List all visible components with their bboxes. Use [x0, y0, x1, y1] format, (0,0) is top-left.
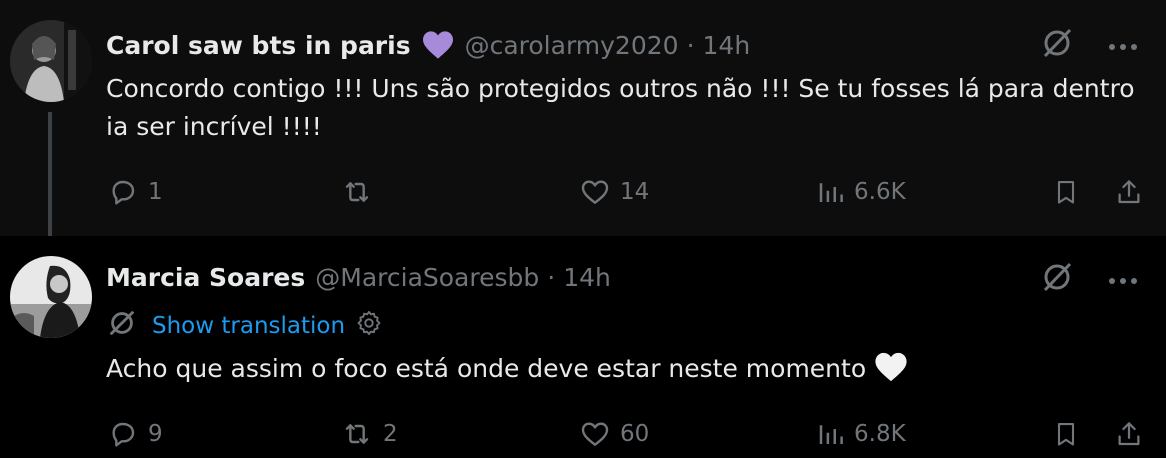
avatar[interactable] [10, 20, 92, 102]
bookmark-button[interactable] [1052, 417, 1080, 451]
retweet-icon [345, 424, 369, 444]
share-icon [1118, 422, 1140, 446]
grok-icon[interactable] [1040, 260, 1074, 298]
views-count: 6.6K [854, 179, 906, 205]
tweet-text-content: Acho que assim o foco está onde deve est… [106, 354, 867, 383]
author-handle[interactable]: @carolarmy2020 [465, 31, 679, 60]
views-icon [819, 183, 843, 202]
tweet-reply[interactable]: Marcia Soares @MarciaSoaresbb · 14h Show… [0, 236, 1166, 458]
reply-button[interactable]: 9 [106, 418, 163, 450]
tweet-header: Carol saw bts in paris @carolarmy2020 · … [106, 22, 750, 68]
show-translation-link[interactable]: Show translation [152, 313, 345, 339]
tweet-parent[interactable]: Carol saw bts in paris @carolarmy2020 · … [0, 0, 1166, 247]
share-button[interactable] [1114, 417, 1144, 451]
retweet-icon [345, 182, 369, 202]
more-options-icon[interactable] [1108, 270, 1138, 289]
tweet-text: Concordo contigo !!! Uns são protegidos … [106, 74, 1135, 141]
reply-count: 9 [148, 421, 163, 447]
bookmark-button[interactable] [1052, 175, 1080, 209]
grok-icon[interactable] [1040, 26, 1074, 64]
timestamp[interactable]: 14h [563, 263, 611, 292]
like-count: 14 [620, 179, 650, 205]
separator-dot: · [547, 262, 556, 292]
views-button[interactable]: 6.8K [816, 418, 906, 450]
reply-count: 1 [148, 179, 163, 205]
share-button[interactable] [1114, 175, 1144, 209]
more-options-icon[interactable] [1108, 36, 1138, 55]
views-count: 6.8K [854, 421, 906, 447]
like-icon [581, 422, 609, 446]
like-button[interactable]: 14 [578, 176, 649, 208]
like-button[interactable]: 60 [578, 418, 649, 450]
thread-line [48, 112, 52, 247]
separator-dot: · [686, 30, 695, 60]
reply-button[interactable]: 1 [106, 176, 163, 208]
retweet-button[interactable]: 2 [339, 418, 398, 450]
action-bar: 1 14 6.6K [106, 172, 1144, 212]
views-button[interactable]: 6.6K [816, 176, 906, 208]
bookmark-icon [1057, 423, 1075, 446]
author-name[interactable]: Marcia Soares [106, 263, 305, 292]
tweet-header: Marcia Soares @MarciaSoaresbb · 14h [106, 254, 611, 300]
tweet-text: Acho que assim o foco está onde deve est… [106, 350, 1146, 394]
timestamp[interactable]: 14h [703, 31, 751, 60]
gear-icon[interactable] [355, 309, 383, 343]
reply-icon [112, 422, 135, 447]
translate-icon [106, 307, 138, 345]
purple-heart-icon [421, 30, 455, 60]
translation-row: Show translation [106, 306, 383, 346]
avatar[interactable] [10, 256, 92, 338]
retweet-count: 2 [383, 421, 398, 447]
like-icon [581, 180, 609, 204]
action-bar: 9 2 60 6.8K [106, 414, 1144, 454]
share-icon [1118, 180, 1140, 204]
white-heart-icon [874, 351, 908, 394]
views-icon [819, 425, 843, 444]
author-handle[interactable]: @MarciaSoaresbb [315, 263, 539, 292]
author-name[interactable]: Carol saw bts in paris [106, 31, 411, 60]
like-count: 60 [620, 421, 650, 447]
retweet-button[interactable] [339, 176, 383, 208]
reply-icon [112, 180, 135, 205]
bookmark-icon [1057, 181, 1075, 204]
